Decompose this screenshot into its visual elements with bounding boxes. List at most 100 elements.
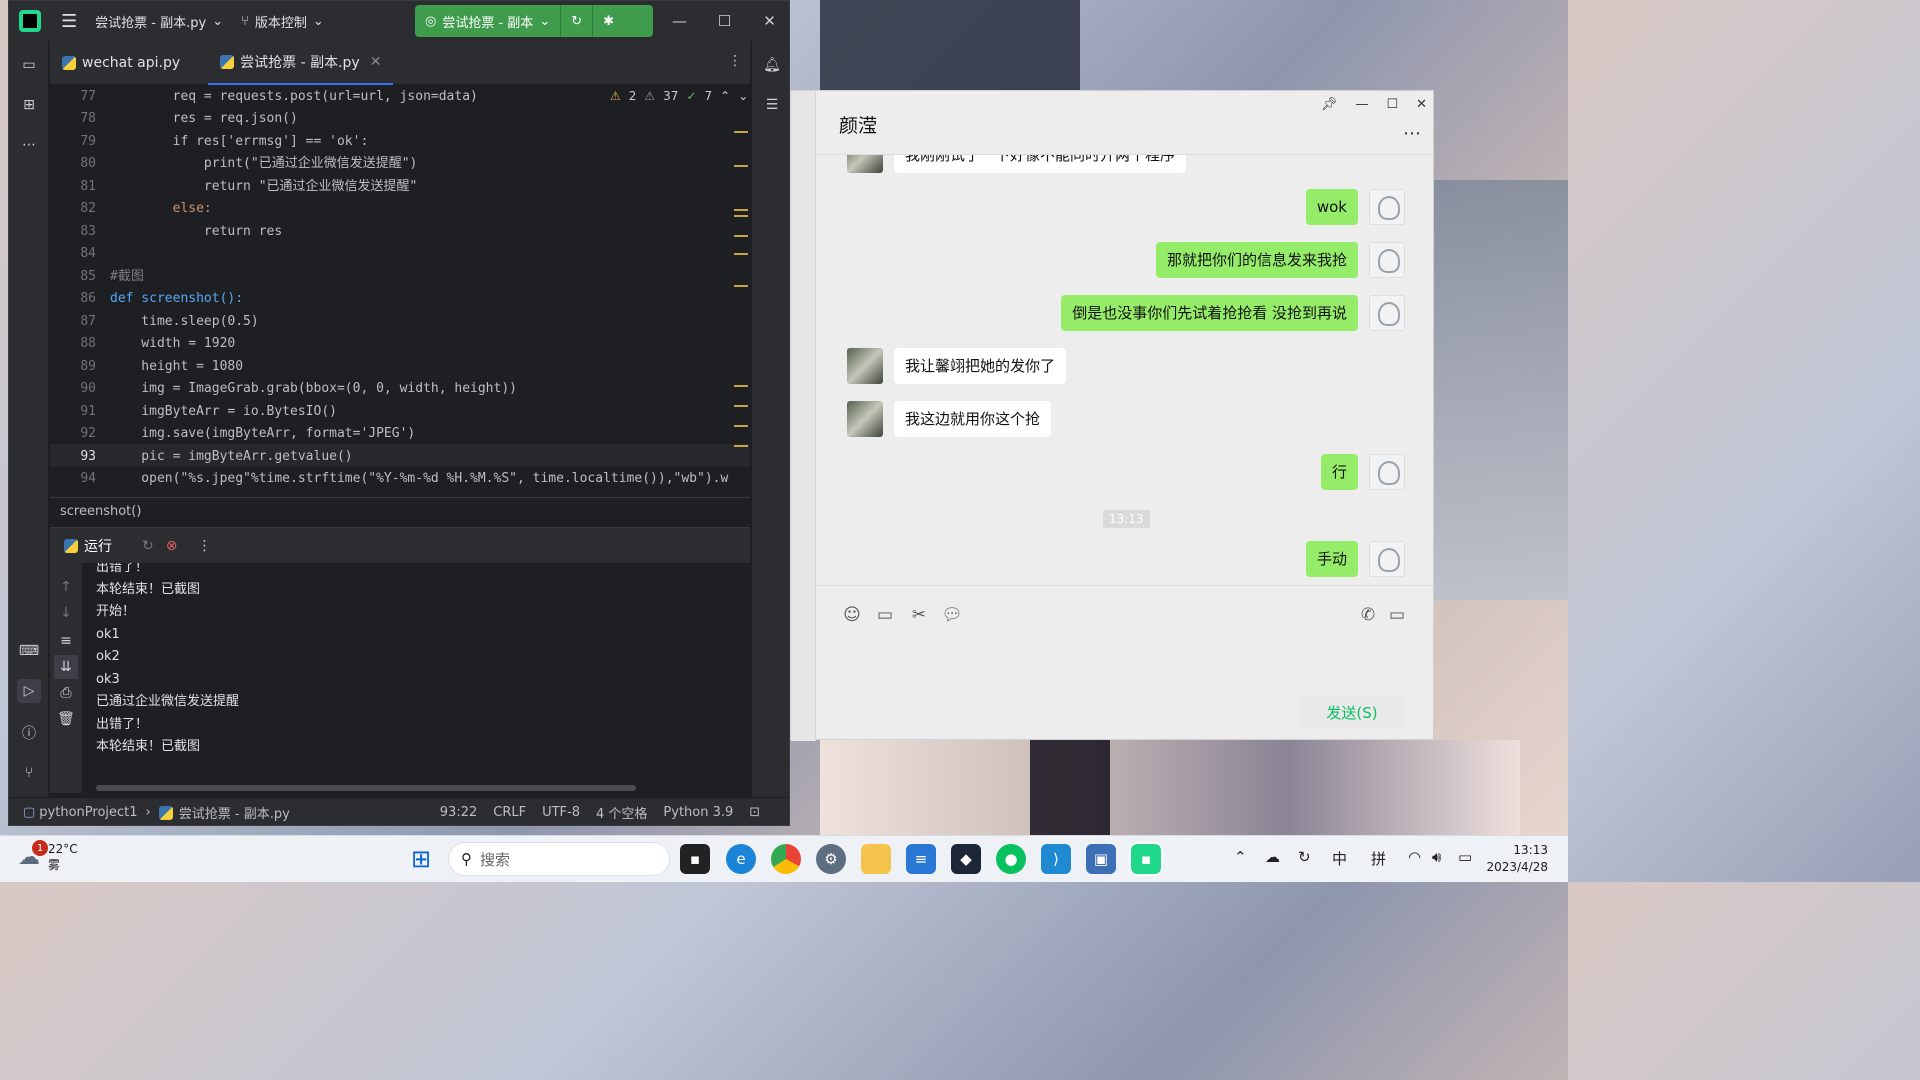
avatar[interactable]	[1369, 242, 1405, 278]
avatar[interactable]	[1369, 295, 1405, 331]
video-call-icon[interactable]: ▭	[1386, 604, 1408, 626]
wifi-icon[interactable]: ◠	[1408, 848, 1421, 866]
chat-more-icon[interactable]: ⋯	[1403, 123, 1421, 144]
minimize-button[interactable]: —	[657, 1, 702, 41]
left-toolbar: ▭ ⊞ ⋯ ⌨ ▷ ⓘ ⑂	[9, 41, 49, 801]
debug-button[interactable]: ✱	[593, 5, 624, 37]
chevron-up-icon[interactable]: ⌃	[1234, 848, 1247, 866]
line-number: 94	[80, 471, 96, 486]
trash-icon[interactable]: 🗑︎	[54, 707, 78, 731]
run-config-selector[interactable]: ◎ 尝试抢票 - 副本 ⌄	[415, 5, 562, 37]
chrome-icon[interactable]	[771, 844, 801, 874]
arrow-up-icon[interactable]: ↑	[54, 575, 78, 599]
terminal-icon[interactable]: ⌨	[17, 639, 41, 663]
status-project[interactable]: pythonProject1	[39, 805, 137, 820]
database-icon[interactable]: ☰	[760, 93, 784, 117]
tab-active-file[interactable]: 尝试抢票 - 副本.py ✕	[208, 41, 394, 85]
ime-language[interactable]: 中	[1332, 848, 1347, 869]
message-bubble: 我这边就用你这个抢	[894, 401, 1052, 437]
scissors-icon[interactable]: ✂	[908, 604, 930, 626]
onedrive-icon[interactable]: ☁	[1265, 848, 1280, 866]
print-icon[interactable]: ⎙	[54, 681, 78, 705]
minimize-button[interactable]: —	[1355, 97, 1368, 112]
avatar[interactable]	[847, 348, 883, 384]
windows-start-icon[interactable]: ⊞	[406, 844, 436, 874]
cat-app-icon[interactable]: ◆	[951, 844, 981, 874]
wechat-icon[interactable]: ●	[996, 844, 1026, 874]
pycharm-taskbar-icon[interactable]: ▪	[1129, 842, 1163, 876]
status-encoding[interactable]: UTF-8	[542, 805, 580, 820]
vscode-icon[interactable]: ⟩	[1041, 844, 1071, 874]
message-me: 那就把你们的信息发来我抢	[1155, 242, 1405, 278]
system-clock[interactable]: 13:13 2023/4/28	[1486, 842, 1548, 876]
maximize-button[interactable]: ☐	[702, 1, 747, 41]
settings-gear-icon[interactable]: ⚙	[816, 844, 846, 874]
status-interpreter[interactable]: Python 3.9	[663, 805, 733, 820]
notepad-icon[interactable]: ≡	[906, 844, 936, 874]
close-button[interactable]: ✕	[1416, 97, 1427, 112]
message-input[interactable]	[817, 647, 1435, 693]
code-area[interactable]: req = requests.post(url=url, json=data) …	[110, 85, 750, 497]
folder-icon[interactable]: ▭	[874, 604, 896, 626]
clock-time: 13:13	[1513, 843, 1548, 857]
lock-icon[interactable]: ⊡	[749, 805, 760, 820]
pycharm-logo	[19, 10, 41, 32]
weather-widget[interactable]: ☁ 1 22°C 雾	[18, 840, 78, 873]
avatar[interactable]	[847, 155, 883, 173]
vcs-menu[interactable]: ⑂ 版本控制 ⌄	[241, 12, 324, 31]
notifications-icon[interactable]: 🔔︎	[760, 53, 784, 77]
avatar[interactable]	[1369, 541, 1405, 577]
tab-wechat-api[interactable]: wechat api.py	[50, 41, 192, 85]
git-icon[interactable]: ⑂	[17, 761, 41, 785]
arrow-down-icon[interactable]: ↓	[54, 601, 78, 625]
chat-history-icon[interactable]: 💬︎	[941, 604, 963, 626]
rerun-icon[interactable]: ↻	[142, 538, 154, 554]
taskbar-search[interactable]: ⚲ 搜索	[448, 842, 670, 876]
soft-wrap-icon[interactable]: ≡	[54, 629, 78, 653]
maximize-button[interactable]: ☐	[1386, 97, 1398, 112]
code-editor[interactable]: 77 78 79 80 81 82 83 84 85 86 87 88 89 9…	[50, 85, 750, 497]
chevron-up-icon[interactable]: ⌃	[720, 89, 730, 103]
rerun-button[interactable]: ↻	[561, 5, 594, 37]
send-button[interactable]: 发送(S)	[1301, 695, 1403, 729]
stop-icon[interactable]: ⊗	[166, 538, 178, 554]
emoji-icon[interactable]: ☺	[841, 604, 863, 626]
run-tab[interactable]: 运行	[64, 536, 112, 556]
code-breadcrumb[interactable]: screenshot()	[50, 497, 750, 525]
scroll-to-end-icon[interactable]: ⇊	[54, 655, 78, 679]
run-panel-icon[interactable]: ▷	[17, 679, 41, 703]
more-icon[interactable]: ⋯	[17, 133, 41, 157]
more-options-icon[interactable]: ⋮	[197, 538, 211, 554]
problems-icon[interactable]: ⓘ	[17, 721, 41, 745]
status-line-separator[interactable]: CRLF	[493, 805, 526, 820]
chevron-down-icon[interactable]: ⌄	[738, 89, 748, 103]
run-console[interactable]: 出错了！ 本轮结束！已截图 开始！ ok1 ok2 ok3 已通过企业微信发送提…	[82, 563, 750, 793]
ime-mode[interactable]: 拼	[1371, 848, 1386, 869]
pin-icon[interactable]: 📌︎	[1321, 97, 1338, 112]
task-view-icon[interactable]: ▪	[680, 844, 710, 874]
status-indent[interactable]: 4 个空格	[596, 803, 647, 822]
battery-icon[interactable]: ▭	[1458, 848, 1472, 866]
python-run-icon: ◎	[425, 13, 437, 29]
avatar[interactable]	[847, 401, 883, 437]
volume-icon[interactable]: 🔊︎	[1432, 848, 1441, 866]
status-file[interactable]: 尝试抢票 - 副本.py	[179, 803, 290, 822]
project-selector[interactable]: 尝试抢票 - 副本.py ⌄	[95, 12, 223, 31]
avatar[interactable]	[1369, 189, 1405, 225]
close-button[interactable]: ✕	[747, 1, 789, 41]
status-position[interactable]: 93:22	[440, 805, 477, 820]
avatar[interactable]	[1369, 454, 1405, 490]
inspection-widget[interactable]: ⚠ 2 ⚠ 37 ✓ 7 ⌃ ⌄	[610, 89, 748, 103]
sync-icon[interactable]: ↻	[1298, 848, 1311, 866]
remote-desktop-icon[interactable]: ▣	[1086, 844, 1116, 874]
edge-icon[interactable]: e	[726, 844, 756, 874]
main-menu-button[interactable]: ☰	[61, 11, 77, 32]
project-icon[interactable]: ▭	[17, 53, 41, 77]
message-list[interactable]: 我刚刚试了一下好像不能同时开两个程序 wok 那就把你们的信息发来我抢 倒是也没…	[817, 155, 1435, 585]
phone-icon[interactable]: ✆	[1357, 604, 1379, 626]
structure-icon[interactable]: ⊞	[17, 93, 41, 117]
close-tab-icon[interactable]: ✕	[370, 54, 382, 70]
tabs-more-icon[interactable]: ⋮	[728, 53, 742, 69]
file-explorer-icon[interactable]	[861, 844, 891, 874]
console-hscrollbar[interactable]	[96, 785, 636, 791]
